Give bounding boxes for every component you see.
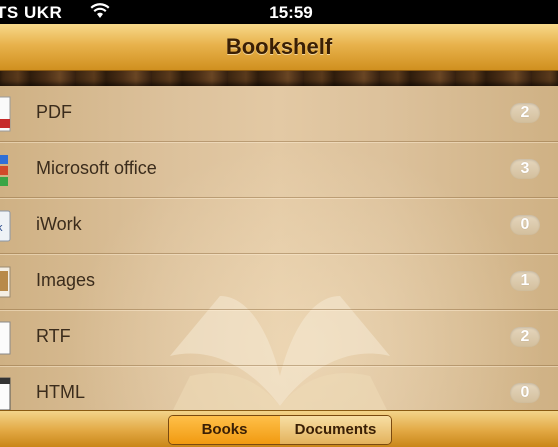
- row-label: Microsoft office: [36, 158, 157, 178]
- list-item[interactable]: PDF 2: [0, 86, 558, 142]
- iwork-icon: k: [0, 207, 14, 245]
- count-badge: 3: [510, 159, 540, 179]
- count-badge: 2: [510, 103, 540, 123]
- row-label: iWork: [36, 214, 82, 234]
- list-item[interactable]: k iWork 0: [0, 198, 558, 254]
- status-bar: TS UKR 15:59: [0, 0, 558, 24]
- category-list: PDF 2 Microsoft office 3 k iWork 0 Image…: [0, 86, 558, 410]
- office-icon: [0, 151, 14, 189]
- pdf-icon: [0, 95, 14, 133]
- list-item[interactable]: HTML 0: [0, 366, 558, 410]
- clock: 15:59: [269, 3, 313, 22]
- segmented-control: Books Documents: [168, 415, 392, 445]
- books-tab[interactable]: Books: [169, 416, 281, 444]
- count-badge: 0: [510, 215, 540, 235]
- shelf-edge: [0, 71, 558, 86]
- list-item[interactable]: RTF 2: [0, 310, 558, 366]
- count-badge: 0: [510, 383, 540, 403]
- images-icon: [0, 263, 14, 301]
- row-label: HTML: [36, 382, 85, 402]
- row-label: RTF: [36, 326, 71, 346]
- page-title: Bookshelf: [225, 34, 333, 59]
- list-item[interactable]: Images 1: [0, 254, 558, 310]
- rtf-icon: [0, 319, 14, 357]
- navigation-bar: Bookshelf: [0, 24, 558, 71]
- count-badge: 1: [510, 271, 540, 291]
- row-label: PDF: [36, 102, 72, 122]
- bottom-toolbar: Books Documents: [0, 410, 558, 447]
- html-icon: [0, 375, 14, 410]
- list-item[interactable]: Microsoft office 3: [0, 142, 558, 198]
- row-label: Images: [36, 270, 96, 290]
- count-badge: 2: [510, 327, 540, 347]
- documents-tab[interactable]: Documents: [280, 416, 391, 444]
